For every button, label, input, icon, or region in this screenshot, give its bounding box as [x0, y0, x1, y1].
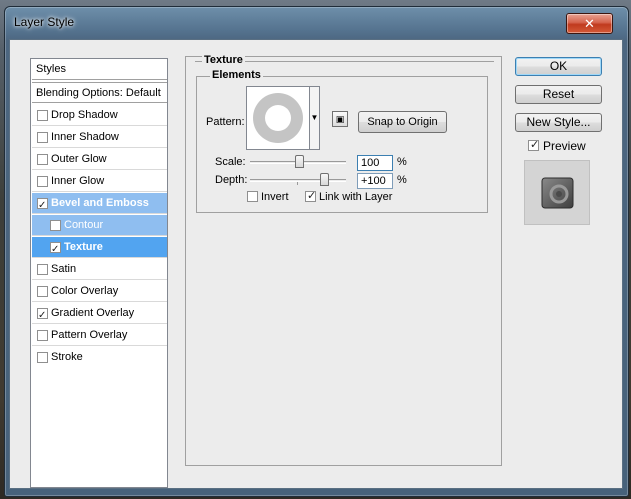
depth-slider-thumb[interactable] — [320, 173, 329, 186]
pattern-label: Pattern: — [206, 116, 245, 128]
style-label: Contour — [64, 219, 104, 231]
style-label: Satin — [51, 263, 77, 275]
style-label: Outer Glow — [51, 153, 107, 165]
style-bevel-and-emboss[interactable]: Bevel and Emboss — [32, 193, 167, 216]
depth-slider-tick — [297, 182, 298, 185]
drop-shadow-checkbox[interactable] — [37, 110, 48, 121]
close-icon: ✕ — [584, 16, 595, 31]
styles-list: Styles Blending Options: Default Drop Sh… — [30, 58, 168, 488]
style-label: Bevel and Emboss — [51, 197, 149, 209]
scale-slider-thumb[interactable] — [295, 155, 304, 168]
ok-button[interactable]: OK — [515, 57, 602, 76]
new-style-label: New Style... — [526, 115, 591, 129]
blending-options-label: Blending Options: Default — [36, 87, 161, 99]
style-inner-shadow[interactable]: Inner Shadow — [32, 127, 167, 148]
style-label: Inner Glow — [51, 175, 105, 187]
close-button[interactable]: ✕ — [566, 13, 613, 34]
reset-label: Reset — [542, 87, 575, 101]
link-with-layer-label: Link with Layer — [319, 191, 393, 203]
style-satin[interactable]: Satin — [32, 259, 167, 280]
reset-button[interactable]: Reset — [515, 85, 602, 104]
outer-glow-checkbox[interactable] — [37, 154, 48, 165]
style-label: Drop Shadow — [51, 109, 118, 121]
new-preset-icon[interactable]: ▣ — [332, 111, 348, 127]
snap-to-origin-button[interactable]: Snap to Origin — [358, 111, 447, 133]
pattern-swatch[interactable] — [246, 86, 310, 150]
contour-checkbox[interactable] — [50, 220, 61, 231]
elements-group-title: Elements — [210, 69, 263, 81]
inner-glow-checkbox[interactable] — [37, 176, 48, 187]
chevron-down-icon: ▼ — [310, 113, 319, 122]
preview-label: Preview — [543, 139, 586, 153]
texture-group-title: Texture — [202, 54, 245, 66]
gradient-overlay-checkbox[interactable] — [37, 305, 48, 326]
satin-checkbox[interactable] — [37, 264, 48, 275]
link-with-layer-checkbox[interactable] — [305, 189, 316, 202]
style-pattern-overlay[interactable]: Pattern Overlay — [32, 325, 167, 346]
depth-input[interactable]: +100 — [357, 173, 393, 189]
inner-shadow-checkbox[interactable] — [37, 132, 48, 143]
snap-to-origin-label: Snap to Origin — [367, 116, 438, 128]
pattern-dropdown-arrow[interactable]: ▼ — [310, 86, 320, 150]
new-style-button[interactable]: New Style... — [515, 113, 602, 132]
style-color-overlay[interactable]: Color Overlay — [32, 281, 167, 302]
pattern-overlay-checkbox[interactable] — [37, 330, 48, 341]
invert-label: Invert — [261, 191, 289, 203]
invert-checkbox[interactable] — [247, 191, 258, 202]
stroke-checkbox[interactable] — [37, 352, 48, 363]
preview-checkbox[interactable] — [528, 138, 539, 151]
scale-input[interactable]: 100 — [357, 155, 393, 171]
style-label: Texture — [64, 241, 103, 253]
style-inner-glow[interactable]: Inner Glow — [32, 171, 167, 192]
style-preview-thumbnail — [524, 160, 590, 225]
window-title: Layer Style — [14, 15, 75, 29]
bevel-and-emboss-checkbox[interactable] — [37, 195, 48, 216]
texture-checkbox[interactable] — [50, 239, 61, 260]
ok-label: OK — [549, 59, 568, 73]
pattern-ring-icon — [253, 93, 303, 143]
styles-header[interactable]: Styles — [32, 59, 167, 80]
blending-options[interactable]: Blending Options: Default — [32, 82, 167, 103]
style-label: Inner Shadow — [51, 131, 119, 143]
depth-slider-track[interactable] — [250, 179, 346, 182]
depth-label: Depth: — [215, 174, 248, 186]
preview-swatch-icon — [541, 177, 574, 209]
scale-unit: % — [397, 156, 407, 168]
depth-unit: % — [397, 174, 407, 186]
style-label: Pattern Overlay — [51, 329, 128, 341]
style-drop-shadow[interactable]: Drop Shadow — [32, 105, 167, 126]
dialog-client-area: Styles Blending Options: Default Drop Sh… — [9, 39, 623, 489]
style-gradient-overlay[interactable]: Gradient Overlay — [32, 303, 167, 326]
scale-label: Scale: — [215, 156, 246, 168]
style-label: Stroke — [51, 351, 83, 363]
style-label: Gradient Overlay — [51, 307, 135, 319]
styles-header-label: Styles — [36, 63, 66, 75]
style-stroke[interactable]: Stroke — [32, 347, 167, 368]
style-contour[interactable]: Contour — [32, 215, 167, 236]
style-label: Color Overlay — [51, 285, 119, 297]
style-texture[interactable]: Texture — [32, 237, 167, 260]
color-overlay-checkbox[interactable] — [37, 286, 48, 297]
style-outer-glow[interactable]: Outer Glow — [32, 149, 167, 170]
